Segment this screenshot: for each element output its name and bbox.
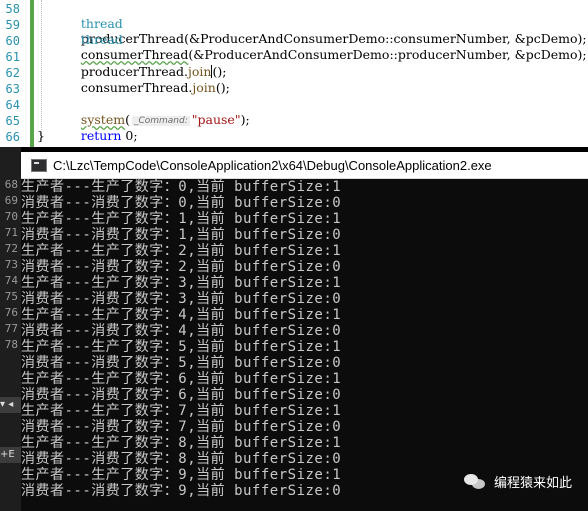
console-line: 生产者---生产了数字：5,当前 bufferSize:1 <box>21 339 342 355</box>
change-indicator-bar <box>30 0 34 147</box>
indent-guide <box>41 0 43 142</box>
line-number: 72 <box>4 242 18 255</box>
parameter-hint: _Command: <box>131 116 190 126</box>
line-number: 64 <box>5 98 20 112</box>
line-number: 78 <box>4 338 18 351</box>
console-line: 生产者---生产了数字：3,当前 bufferSize:1 <box>21 275 342 291</box>
collapse-marker[interactable]: ▾ ◂ <box>0 397 21 413</box>
punct-token: ); <box>240 112 250 127</box>
line-number: 73 <box>4 258 18 271</box>
line-number-gutter: 58 59 60 61 62 63 64 65 66 <box>0 0 30 147</box>
console-line: 消费者---消费了数字：6,当前 bufferSize:0 <box>21 387 342 403</box>
method-token: join <box>192 80 216 95</box>
wechat-icon <box>463 473 486 490</box>
editor-left-strip: 68 69 70 71 72 73 74 75 76 77 78 ▾ ◂ +E <box>0 147 21 511</box>
console-line: 消费者---消费了数字：7,当前 bufferSize:0 <box>21 419 342 435</box>
line-number: 63 <box>5 82 20 96</box>
code-editor[interactable]: 58 59 60 61 62 63 64 65 66 thread produc… <box>0 0 588 147</box>
line-number: 60 <box>5 34 20 48</box>
line-number: 62 <box>5 66 20 80</box>
watermark: 编程猿来如此 <box>463 472 572 491</box>
line-number: 61 <box>5 50 20 64</box>
console-line: 消费者---消费了数字：3,当前 bufferSize:0 <box>21 291 342 307</box>
expand-marker[interactable]: +E <box>0 447 21 463</box>
console-line: 生产者---生产了数字：4,当前 bufferSize:1 <box>21 307 342 323</box>
console-app-icon <box>31 158 47 172</box>
type-token: thread <box>80 32 123 47</box>
line-number: 59 <box>5 18 20 32</box>
console-line: 生产者---生产了数字：1,当前 bufferSize:1 <box>21 211 342 227</box>
line-number: 58 <box>5 2 20 16</box>
console-line: 消费者---消费了数字：8,当前 bufferSize:0 <box>21 451 342 467</box>
line-number: 77 <box>4 322 18 335</box>
identifier-token: consumerThread. <box>80 80 193 95</box>
console-line: 消费者---消费了数字：5,当前 bufferSize:0 <box>21 355 342 371</box>
console-line: 生产者---生产了数字：8,当前 bufferSize:1 <box>21 435 342 451</box>
line-number: 69 <box>4 194 18 207</box>
line-number: 74 <box>4 274 18 287</box>
keyword-token: return <box>80 128 122 143</box>
code-line-65[interactable]: return 0; <box>65 113 138 147</box>
closing-brace: } <box>37 128 45 143</box>
console-title-bar[interactable]: C:\Lzc\TempCode\ConsoleApplication2\x64\… <box>21 152 588 179</box>
line-number: 65 <box>5 114 20 128</box>
line-number: 76 <box>4 306 18 319</box>
console-line: 消费者---消费了数字：2,当前 bufferSize:0 <box>21 259 342 275</box>
console-line: 消费者---消费了数字：4,当前 bufferSize:0 <box>21 323 342 339</box>
console-line: 生产者---生产了数字：7,当前 bufferSize:1 <box>21 403 342 419</box>
console-line: 消费者---消费了数字：1,当前 bufferSize:0 <box>21 227 342 243</box>
string-token: "pause" <box>191 112 241 127</box>
line-number: 68 <box>4 178 18 191</box>
watermark-text: 编程猿来如此 <box>493 476 572 491</box>
console-line: 生产者---生产了数字：2,当前 bufferSize:1 <box>21 243 342 259</box>
punct-token: (); <box>215 80 230 95</box>
console-line: 生产者---生产了数字：6,当前 bufferSize:1 <box>21 371 342 387</box>
line-number: 70 <box>4 210 18 223</box>
args-token: (&ProducerAndConsumerDemo::producerNumbe… <box>188 47 587 62</box>
console-line: 消费者---消费了数字：9,当前 bufferSize:0 <box>21 483 342 499</box>
line-number: 71 <box>4 226 18 239</box>
console-output[interactable]: 生产者---生产了数字：0,当前 bufferSize:1 消费者---消费了数… <box>21 179 588 511</box>
line-number: 75 <box>4 290 18 303</box>
console-line: 生产者---生产了数字：0,当前 bufferSize:1 <box>21 179 342 195</box>
number-token: 0; <box>121 128 138 143</box>
console-line: 生产者---生产了数字：9,当前 bufferSize:1 <box>21 467 342 483</box>
console-window-title: C:\Lzc\TempCode\ConsoleApplication2\x64\… <box>53 157 492 173</box>
line-number: 66 <box>5 130 20 144</box>
console-line: 消费者---消费了数字：0,当前 bufferSize:0 <box>21 195 342 211</box>
